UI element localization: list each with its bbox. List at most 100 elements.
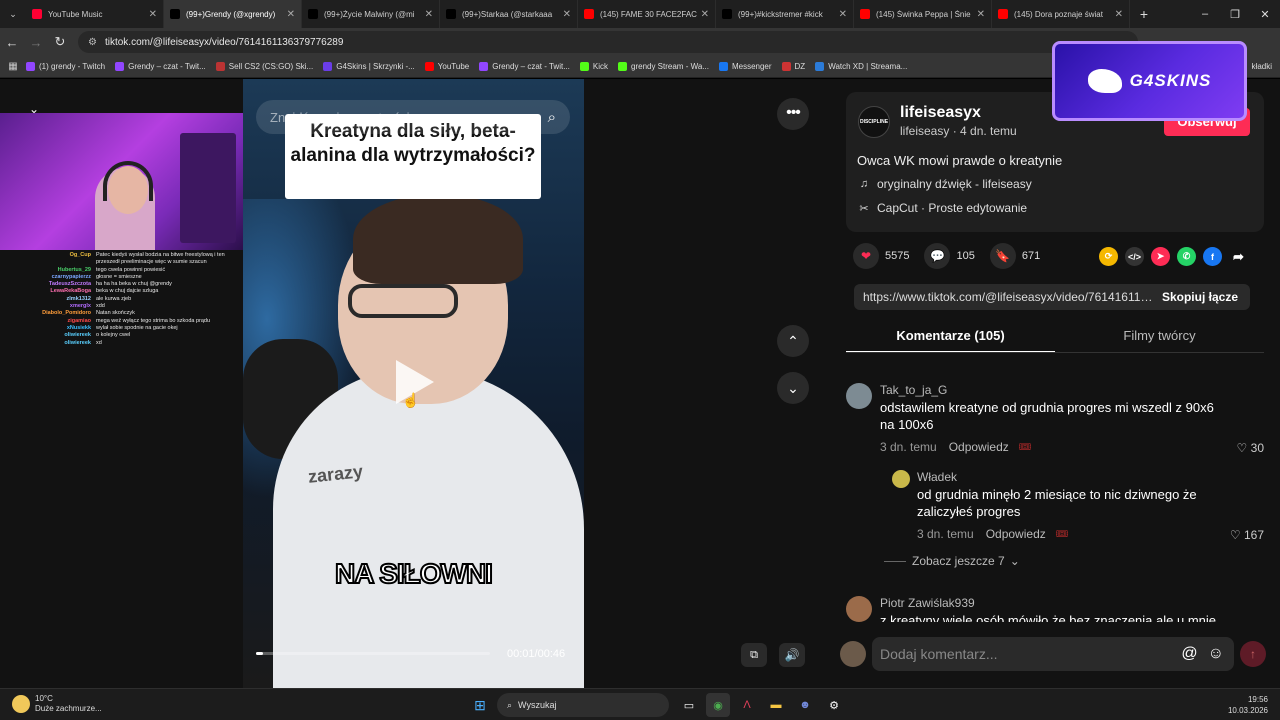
send-comment-button[interactable]: ↑ <box>1240 641 1266 667</box>
emoji-icon[interactable]: ☺ <box>1208 645 1224 663</box>
chevron-down-icon[interactable]: ⌄ <box>22 102 46 122</box>
pip-button[interactable]: ⧉ <box>741 643 767 667</box>
creator-username[interactable]: lifeiseasyx <box>900 104 981 122</box>
comment-like[interactable]: ♡ 30 <box>1237 441 1264 455</box>
apps-grid-icon[interactable]: ▦ <box>0 61 26 72</box>
minimize-icon[interactable]: – <box>1190 8 1220 20</box>
browser-tab[interactable]: (99+)#kickstremer #kick ✕ <box>716 0 854 28</box>
mention-icon[interactable]: @ <box>1181 645 1197 663</box>
bookmark-item[interactable]: Kick <box>579 62 608 71</box>
new-tab-button[interactable]: + <box>1130 6 1158 22</box>
chat-message: zlmk1312 ale kurwa zjeb <box>0 296 243 303</box>
browser-tab[interactable]: (145) FAME 30 FACE2FACE ✕ <box>578 0 716 28</box>
send-to-friends-icon[interactable]: ➤ <box>1151 247 1170 266</box>
more-options-button[interactable]: ••• <box>777 98 809 130</box>
share-icons: ⟳ </> ➤ ✆ f ➦ <box>1099 247 1255 266</box>
app-red-icon[interactable]: Ʌ <box>735 693 759 717</box>
facebook-icon[interactable]: f <box>1203 247 1222 266</box>
tab-creator-videos[interactable]: Filmy twórcy <box>1055 325 1264 353</box>
reload-icon[interactable]: ↻ <box>48 34 72 50</box>
chevron-down-icon: ⌄ <box>787 379 799 396</box>
share-arrow-icon[interactable]: ➦ <box>1229 247 1248 266</box>
bookmark-item[interactable]: grendy Stream - Wa... <box>618 62 709 71</box>
whatsapp-icon[interactable]: ✆ <box>1177 247 1196 266</box>
close-tab-icon[interactable]: ✕ <box>149 9 157 20</box>
browser-tab[interactable]: (145) Świnka Peppa | Śnie ✕ <box>854 0 992 28</box>
embed-icon[interactable]: </> <box>1125 247 1144 266</box>
save-button[interactable]: 🔖 671 <box>989 243 1040 269</box>
chat-text: mega weź wyłącz tego strima bo szkoda pr… <box>96 317 211 324</box>
settings-icon[interactable]: ⚙ <box>822 693 846 717</box>
commenter-avatar[interactable] <box>846 383 872 409</box>
related-search-input[interactable]: Znajdź powiązane treści ⌕ <box>256 100 570 134</box>
commenter-name[interactable]: Piotr Zawiślak939 <box>880 596 975 610</box>
bookmark-item[interactable]: Sell CS2 (CS:GO) Ski... <box>215 62 313 71</box>
tab-search-chevron-icon[interactable]: ⌄ <box>0 9 26 20</box>
video-progress-bar[interactable] <box>256 652 490 655</box>
bookmark-item[interactable]: Grendy – czat - Twit... <box>479 62 570 71</box>
close-tab-icon[interactable]: ✕ <box>287 9 295 20</box>
taskbar-search[interactable]: ⌕ Wyszukaj <box>497 693 669 717</box>
task-view-icon[interactable]: ▭ <box>677 693 701 717</box>
other-bookmarks[interactable]: kładki <box>1252 62 1272 71</box>
close-tab-icon[interactable]: ✕ <box>563 9 571 20</box>
comment-button[interactable]: 💬 105 <box>924 243 975 269</box>
capcut-row[interactable]: ✂ CapCut · Proste edytowanie <box>857 201 1027 215</box>
bookmark-item[interactable]: G4Skins | Skrzynki -... <box>323 62 415 71</box>
site-info-icon[interactable]: ⚙ <box>88 37 97 48</box>
close-window-icon[interactable]: ✕ <box>1250 8 1280 21</box>
chat-text: ha ha ha beka w chuj @grendy <box>96 281 172 288</box>
browser-tab[interactable]: (99+)Grendy (@xgrendy) ✕ <box>164 0 302 28</box>
replier-avatar[interactable] <box>892 470 910 488</box>
forward-icon[interactable]: → <box>24 35 48 50</box>
reply-button[interactable]: Odpowiedz <box>949 440 1009 454</box>
close-tab-icon[interactable]: ✕ <box>839 9 847 20</box>
browser-tab[interactable]: (99+)Życie Malwiny (@mi ✕ <box>302 0 440 28</box>
reply-button[interactable]: Odpowiedz <box>986 527 1046 541</box>
bookmark-label: G4Skins | Skrzynki -... <box>336 62 415 71</box>
restore-icon[interactable]: ❐ <box>1220 8 1250 21</box>
reply-like-count: 167 <box>1243 528 1264 542</box>
browser-tab[interactable]: YouTube Music ✕ <box>26 0 164 28</box>
close-tab-icon[interactable]: ✕ <box>701 9 709 20</box>
replier-name[interactable]: Władek <box>917 470 957 484</box>
creator-avatar[interactable]: DISCIPLINE <box>858 106 890 138</box>
bookmark-item[interactable]: (1) grendy - Twitch <box>26 62 105 71</box>
system-clock[interactable]: 19:56 10.03.2026 <box>1228 694 1268 716</box>
windows-start-icon[interactable]: ⊞ <box>468 693 492 717</box>
bookmark-item[interactable]: YouTube <box>424 62 469 71</box>
sound-row[interactable]: ♫ oryginalny dźwięk - lifeiseasy <box>857 177 1032 191</box>
chrome-icon[interactable]: ◉ <box>706 693 730 717</box>
close-tab-icon[interactable]: ✕ <box>977 9 985 20</box>
weather-desc: Duże zachmurze... <box>35 704 102 713</box>
copy-link-button[interactable]: Skopiuj łącze <box>1162 290 1238 304</box>
close-tab-icon[interactable]: ✕ <box>1115 9 1123 20</box>
file-explorer-icon[interactable]: ▬ <box>764 693 788 717</box>
discord-icon[interactable]: ☻ <box>793 693 817 717</box>
browser-tab[interactable]: (99+)Starkaa (@starkaaa ✕ <box>440 0 578 28</box>
like-button[interactable]: ❤ 5575 <box>853 243 909 269</box>
commenter-name[interactable]: Tak_to_ja_G <box>880 383 947 397</box>
previous-video-button[interactable]: ⌃ <box>777 325 809 357</box>
bookmark-item[interactable]: Messenger <box>718 62 772 71</box>
view-more-replies[interactable]: Zobacz jeszcze 7 ⌄ <box>884 554 1020 568</box>
browser-tab[interactable]: (145) Dora poznaje świat ✕ <box>992 0 1130 28</box>
share-link-text[interactable]: https://www.tiktok.com/@lifeiseasyx/vide… <box>863 290 1153 304</box>
comment-input[interactable]: Dodaj komentarz... @ ☺ <box>872 637 1234 671</box>
my-avatar <box>840 641 866 667</box>
next-video-button[interactable]: ⌄ <box>777 372 809 404</box>
back-icon[interactable]: ← <box>0 35 24 50</box>
bookmark-item[interactable]: DZ <box>781 62 805 71</box>
chat-text: głosne = smieszne <box>96 273 142 280</box>
reply-like[interactable]: ♡ 167 <box>1230 528 1264 542</box>
volume-button[interactable]: 🔊 <box>779 643 805 667</box>
close-tab-icon[interactable]: ✕ <box>425 9 433 20</box>
search-icon[interactable]: ⌕ <box>548 109 556 126</box>
repost-icon[interactable]: ⟳ <box>1099 247 1118 266</box>
commenter-avatar[interactable] <box>846 596 872 622</box>
tab-comments[interactable]: Komentarze (105) <box>846 325 1055 353</box>
address-bar[interactable]: ⚙ tiktok.com/@lifeiseasyx/video/76141611… <box>78 31 1138 53</box>
bookmark-item[interactable]: Grendy – czat - Twit... <box>115 62 206 71</box>
bookmark-item[interactable]: Watch XD | Streama... <box>815 62 907 71</box>
weather-widget[interactable]: 10°C Duże zachmurze... <box>12 694 102 714</box>
